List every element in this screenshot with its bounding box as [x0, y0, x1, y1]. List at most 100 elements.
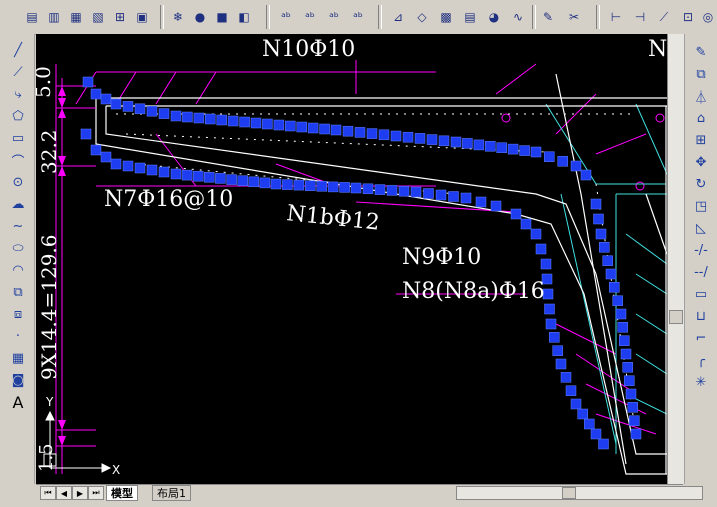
line-icon[interactable]: ╱: [7, 40, 29, 60]
layer-walk-icon[interactable]: ▣: [132, 7, 152, 27]
layer-icon[interactable]: ▤: [22, 7, 42, 27]
rebar-section: [625, 388, 637, 400]
wave-icon[interactable]: ∿: [508, 7, 528, 27]
ellipse-icon[interactable]: ⬭: [7, 238, 29, 258]
text-abcd-icon[interactable]: ᵃᵇ: [324, 7, 344, 27]
drawing-canvas[interactable]: N10Φ10 N N7Φ16@10 N1bΦ12 N9Φ10 N8(N8a)Φ1…: [36, 34, 667, 484]
hscroll-thumb[interactable]: [562, 487, 576, 499]
rebar-section: [330, 124, 342, 136]
rebar-section: [612, 295, 623, 306]
align-icon[interactable]: ⊢: [606, 7, 626, 27]
rebar-section: [570, 398, 582, 410]
copy-icon[interactable]: ⧉: [690, 64, 712, 84]
toolbar-separator: [532, 5, 536, 29]
layer-iso-icon[interactable]: ▧: [88, 7, 108, 27]
rectangle-icon[interactable]: ▭: [7, 128, 29, 148]
dim-linear-icon[interactable]: ⊣: [630, 7, 650, 27]
layer-state-icon[interactable]: ▥: [44, 7, 64, 27]
horizontal-scrollbar[interactable]: [456, 486, 703, 500]
dim-ordinate-icon[interactable]: ⊡: [678, 7, 698, 27]
rebar-section: [624, 375, 635, 386]
pencil-icon[interactable]: ✎: [538, 7, 558, 27]
dim-edit-icon[interactable]: ◇: [412, 7, 432, 27]
text-style-icon[interactable]: ᵃᵇ: [348, 7, 368, 27]
fillet-icon[interactable]: ╭: [690, 350, 712, 370]
unlock-icon[interactable]: ◧: [234, 7, 254, 27]
rebar-section: [615, 308, 627, 320]
dim-aligned-icon[interactable]: ⟋: [654, 7, 674, 27]
rebar-section: [282, 179, 293, 190]
rebar-section: [237, 175, 248, 186]
toolbar-separator: [160, 5, 164, 29]
rebar-section: [327, 181, 339, 193]
mirror-icon[interactable]: ⏃: [690, 86, 712, 106]
revcloud-icon[interactable]: ☁: [7, 194, 29, 214]
chart-icon[interactable]: ▤: [460, 7, 480, 27]
rebar-section: [366, 128, 378, 139]
rebar-section: [475, 196, 487, 208]
insert-block-icon[interactable]: ⧉: [7, 282, 29, 302]
text-edit-icon[interactable]: ᵃᵇ: [300, 7, 320, 27]
region-icon[interactable]: ◙: [7, 370, 29, 390]
rebar-section: [239, 116, 250, 128]
lock-icon[interactable]: ■: [212, 7, 232, 27]
text-icon[interactable]: A: [7, 392, 29, 412]
vertical-scrollbar[interactable]: [667, 34, 684, 484]
array-icon[interactable]: ⊞: [690, 130, 712, 150]
sphere-icon[interactable]: ◕: [484, 7, 504, 27]
text-abc-icon[interactable]: ᵃᵇ: [276, 7, 296, 27]
tab-model[interactable]: 模型: [106, 485, 138, 501]
construction-line-icon[interactable]: ⟋: [7, 62, 29, 82]
polyline-icon[interactable]: ⤷: [7, 84, 29, 104]
bulb-icon[interactable]: ●: [190, 7, 210, 27]
rebar-section: [205, 113, 216, 125]
prev-tab-button[interactable]: ◀: [56, 486, 72, 500]
rotate-icon[interactable]: ↻: [690, 174, 712, 194]
ucs-x-label: X: [112, 463, 120, 477]
stretch-icon[interactable]: ◺: [690, 218, 712, 238]
ellipse-arc-icon[interactable]: ◠: [7, 260, 29, 280]
block-icon[interactable]: ▩: [436, 7, 456, 27]
chamfer-icon[interactable]: ⌐: [690, 328, 712, 348]
hatch-icon[interactable]: ▦: [7, 348, 29, 368]
rebar-section: [519, 145, 530, 156]
rebar-section: [570, 160, 582, 172]
next-tab-button[interactable]: ▶: [72, 486, 88, 500]
layer-prev-icon[interactable]: ▦: [66, 7, 86, 27]
rebar-section: [599, 242, 610, 253]
rebar-section: [435, 189, 447, 201]
rebar-section: [544, 151, 555, 162]
erase-icon[interactable]: ✎: [690, 42, 712, 62]
dim-icon[interactable]: ⊿: [388, 7, 408, 27]
point-icon[interactable]: ·: [7, 326, 29, 346]
dim-radius-icon[interactable]: ◎: [698, 7, 717, 27]
arc-icon[interactable]: ⌒: [7, 150, 29, 170]
join-icon[interactable]: ⊔: [690, 306, 712, 326]
scissors-icon[interactable]: ✂: [564, 7, 584, 27]
rebar-section: [629, 415, 640, 426]
rebar-section: [617, 322, 628, 333]
trim-icon[interactable]: -/-: [690, 240, 712, 260]
snowflake-icon[interactable]: ❄: [168, 7, 188, 27]
rebar-section: [386, 185, 398, 196]
extend-icon[interactable]: --/: [690, 262, 712, 282]
tab-layout1[interactable]: 布局1: [152, 485, 191, 501]
make-block-icon[interactable]: ⧈: [7, 304, 29, 324]
layer-match-icon[interactable]: ⊞: [110, 7, 130, 27]
polygon-icon[interactable]: ⬠: [7, 106, 29, 126]
move-icon[interactable]: ✥: [690, 152, 712, 172]
label-n-topright: N: [648, 37, 667, 62]
rebar-section: [490, 200, 502, 212]
last-tab-button[interactable]: ⏭: [88, 486, 104, 500]
first-tab-button[interactable]: ⏮: [40, 486, 56, 500]
ucs-y-label: Y: [45, 395, 54, 409]
rebar-section: [90, 88, 102, 100]
offset-icon[interactable]: ⌂: [690, 108, 712, 128]
scroll-thumb[interactable]: [669, 310, 683, 324]
spline-icon[interactable]: ∼: [7, 216, 29, 236]
explode-icon[interactable]: ✳: [690, 372, 712, 392]
break-icon[interactable]: ▭: [690, 284, 712, 304]
scale-icon[interactable]: ◳: [690, 196, 712, 216]
circle-icon[interactable]: ⊙: [7, 172, 29, 192]
rebar-section: [598, 438, 609, 450]
